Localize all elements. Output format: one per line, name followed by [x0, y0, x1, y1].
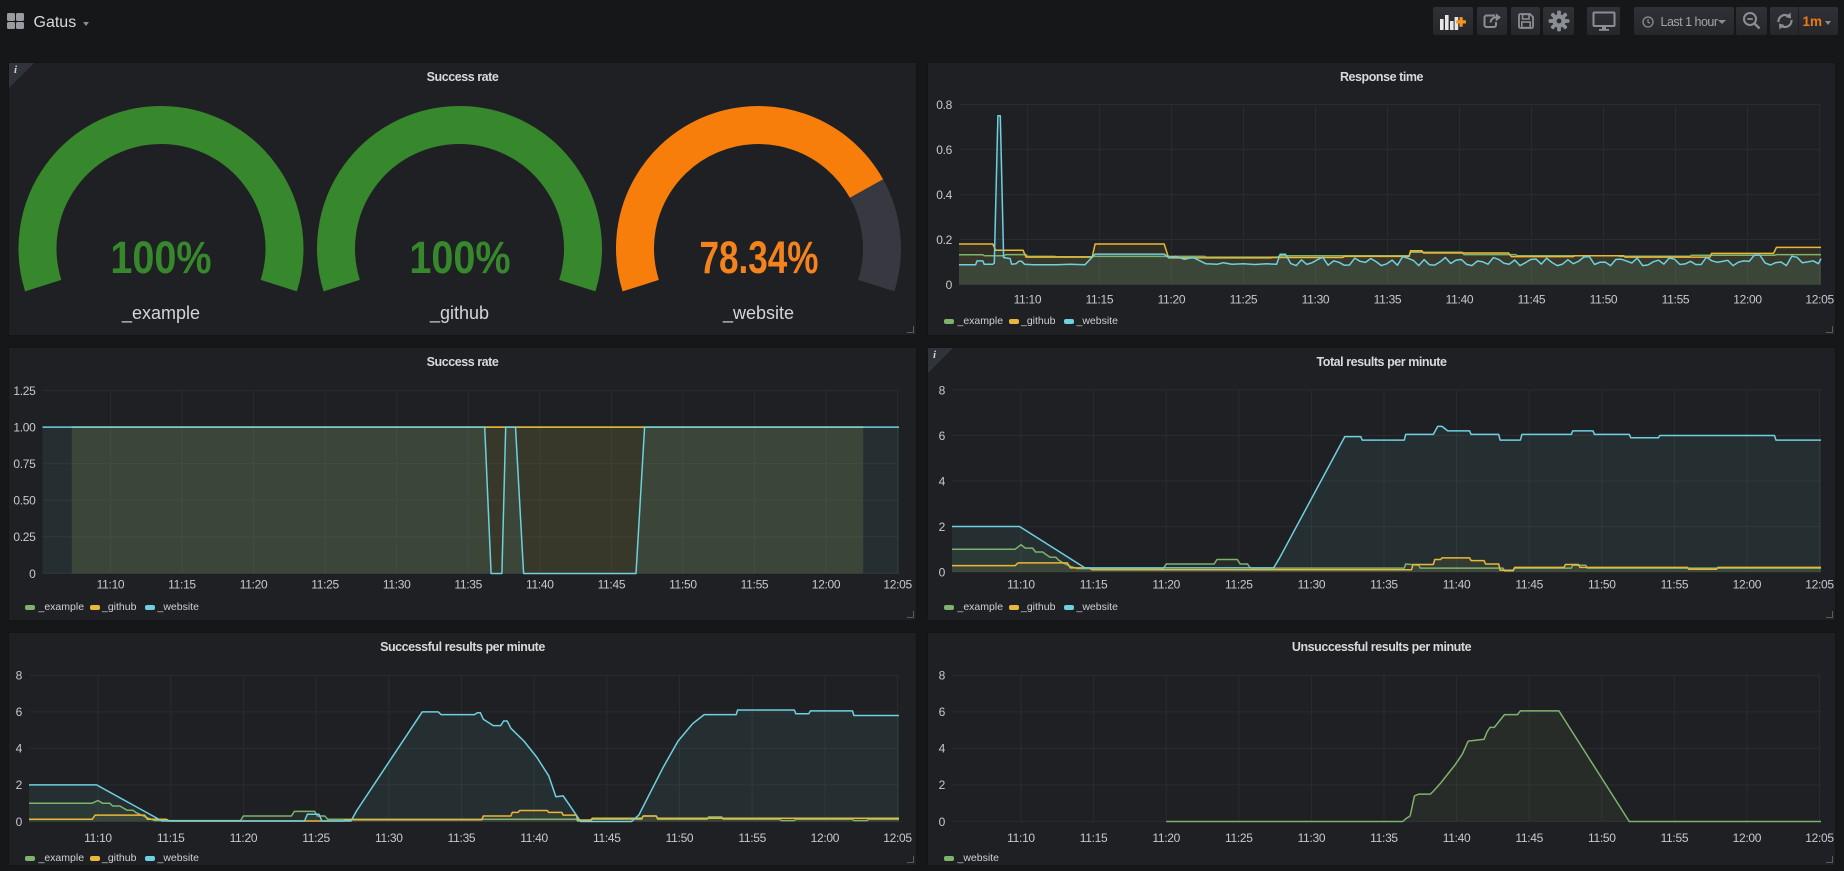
svg-text:11:45: 11:45	[598, 578, 626, 592]
svg-text:11:35: 11:35	[1374, 293, 1402, 307]
svg-text:0.4: 0.4	[936, 188, 952, 202]
svg-text:11:55: 11:55	[1661, 831, 1689, 845]
svg-text:11:15: 11:15	[1080, 831, 1108, 845]
svg-text:11:25: 11:25	[1225, 831, 1253, 845]
svg-text:11:30: 11:30	[383, 578, 411, 592]
svg-text:11:45: 11:45	[1515, 831, 1543, 845]
svg-text:11:25: 11:25	[311, 578, 339, 592]
svg-text:12:05: 12:05	[883, 578, 912, 592]
svg-text:4: 4	[939, 474, 946, 488]
svg-text:2: 2	[939, 520, 946, 534]
svg-text:0.75: 0.75	[13, 457, 36, 471]
svg-text:0.25: 0.25	[13, 530, 36, 544]
svg-text:11:20: 11:20	[1158, 293, 1186, 307]
svg-text:12:00: 12:00	[1733, 578, 1762, 592]
svg-text:11:50: 11:50	[1588, 578, 1616, 592]
svg-text:11:35: 11:35	[448, 831, 476, 845]
svg-text:12:05: 12:05	[883, 831, 912, 845]
svg-text:12:00: 12:00	[811, 831, 840, 845]
svg-text:12:05: 12:05	[1805, 293, 1834, 307]
svg-text:2: 2	[939, 778, 946, 792]
svg-text:11:25: 11:25	[1230, 293, 1258, 307]
svg-text:6: 6	[939, 429, 946, 443]
svg-text:11:30: 11:30	[1298, 578, 1326, 592]
svg-text:4: 4	[939, 742, 946, 756]
svg-text:11:50: 11:50	[666, 831, 694, 845]
svg-text:11:45: 11:45	[1518, 293, 1546, 307]
svg-text:11:10: 11:10	[1007, 831, 1035, 845]
svg-text:11:55: 11:55	[741, 578, 769, 592]
svg-text:11:15: 11:15	[1086, 293, 1114, 307]
svg-text:11:40: 11:40	[1446, 293, 1474, 307]
svg-text:12:00: 12:00	[812, 578, 841, 592]
svg-text:6: 6	[16, 705, 23, 719]
svg-text:11:40: 11:40	[520, 831, 548, 845]
svg-text:11:20: 11:20	[1152, 831, 1180, 845]
svg-text:11:40: 11:40	[526, 578, 554, 592]
svg-text:11:45: 11:45	[1515, 578, 1543, 592]
svg-text:11:10: 11:10	[84, 831, 112, 845]
svg-text:12:05: 12:05	[1805, 578, 1834, 592]
svg-text:11:25: 11:25	[1225, 578, 1253, 592]
svg-text:8: 8	[939, 383, 946, 397]
svg-text:0.8: 0.8	[936, 98, 952, 112]
svg-text:11:15: 11:15	[168, 578, 196, 592]
svg-text:12:00: 12:00	[1733, 293, 1762, 307]
svg-text:11:50: 11:50	[1590, 293, 1618, 307]
svg-text:11:40: 11:40	[1443, 578, 1471, 592]
svg-text:11:50: 11:50	[1588, 831, 1616, 845]
svg-text:2: 2	[16, 778, 23, 792]
svg-text:11:35: 11:35	[1370, 831, 1398, 845]
svg-text:11:30: 11:30	[1298, 831, 1326, 845]
svg-text:11:10: 11:10	[1007, 578, 1035, 592]
svg-text:11:10: 11:10	[1014, 293, 1042, 307]
svg-text:8: 8	[939, 669, 946, 683]
svg-text:0: 0	[939, 565, 946, 579]
svg-text:11:40: 11:40	[1443, 831, 1471, 845]
svg-text:11:20: 11:20	[230, 831, 258, 845]
svg-text:1.25: 1.25	[13, 384, 36, 398]
svg-text:11:25: 11:25	[302, 831, 330, 845]
svg-text:8: 8	[16, 669, 23, 683]
svg-text:11:10: 11:10	[97, 578, 125, 592]
svg-text:0: 0	[29, 567, 36, 581]
svg-text:11:55: 11:55	[738, 831, 766, 845]
svg-text:0.2: 0.2	[936, 233, 952, 247]
svg-text:11:15: 11:15	[1080, 578, 1108, 592]
svg-text:0: 0	[16, 815, 23, 829]
svg-text:12:00: 12:00	[1733, 831, 1762, 845]
svg-text:0: 0	[946, 278, 953, 292]
svg-text:11:45: 11:45	[593, 831, 621, 845]
svg-text:12:05: 12:05	[1805, 831, 1834, 845]
svg-text:11:30: 11:30	[1302, 293, 1330, 307]
svg-text:11:15: 11:15	[157, 831, 185, 845]
svg-text:1.00: 1.00	[13, 420, 36, 434]
svg-text:11:20: 11:20	[240, 578, 268, 592]
svg-text:6: 6	[939, 705, 946, 719]
svg-text:0.6: 0.6	[936, 143, 952, 157]
svg-text:11:35: 11:35	[454, 578, 482, 592]
svg-text:11:50: 11:50	[669, 578, 697, 592]
svg-text:11:55: 11:55	[1661, 578, 1689, 592]
svg-text:4: 4	[16, 742, 23, 756]
svg-text:11:30: 11:30	[375, 831, 403, 845]
svg-text:11:55: 11:55	[1662, 293, 1690, 307]
svg-text:0: 0	[939, 815, 946, 829]
svg-text:11:35: 11:35	[1370, 578, 1398, 592]
svg-text:0.50: 0.50	[13, 494, 36, 508]
svg-text:11:20: 11:20	[1152, 578, 1180, 592]
